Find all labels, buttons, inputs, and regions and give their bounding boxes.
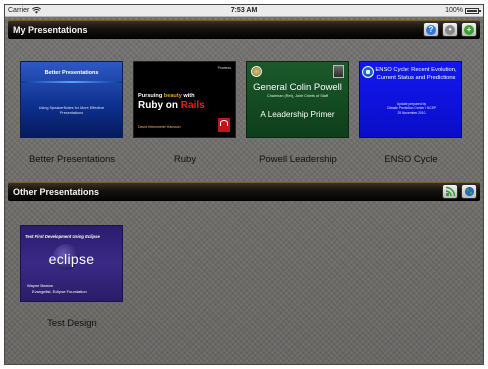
presentation-caption-test-design[interactable]: Test Design — [7, 318, 137, 329]
slide-title: ENSO Cycle: Recent Evolution, Current St… — [375, 67, 457, 81]
presentation-caption-enso[interactable]: ENSO Cycle — [346, 154, 476, 165]
settings-button[interactable]: • — [442, 22, 458, 37]
slide-subtitle: Chairman (Ret), Joint Chiefs of Staff — [267, 94, 328, 98]
info-icon: ? — [426, 24, 436, 35]
slide-title: General Colin Powell — [253, 82, 342, 93]
brand-label: Prowess — [217, 66, 231, 70]
app-screen: Carrier 7:53 AM 100% My Presentations ? … — [4, 4, 484, 365]
slide-title: Better Presentations — [44, 70, 99, 76]
slide-heading: A Leadership Primer — [260, 110, 335, 119]
slide-line-1: Pursuing beauty with — [138, 93, 195, 99]
seal-icon — [251, 66, 262, 77]
globe-icon — [464, 186, 474, 197]
noaa-logo-icon — [362, 66, 374, 78]
slide-presenter: Wayne Beaton — [27, 283, 54, 288]
presentation-thumbnail-test-design[interactable]: Test First Development Using Eclipse ecl… — [20, 225, 123, 302]
wifi-share-icon — [445, 186, 455, 197]
web-button[interactable] — [461, 184, 477, 199]
other-presentations-header: Other Presentations — [8, 182, 480, 201]
section-title: Other Presentations — [13, 187, 100, 197]
slide-divider — [21, 81, 122, 83]
slide-title: Test First Development Using Eclipse — [25, 234, 100, 239]
slide-presenter-role: Evangelist, Eclipse Foundation — [32, 289, 87, 294]
battery-icon — [465, 7, 481, 14]
section-title: My Presentations — [13, 25, 88, 35]
presentation-caption-better[interactable]: Better Presentations — [7, 154, 137, 165]
slide-author: David Heinemeier Hansson — [138, 125, 181, 129]
wifi-share-button[interactable] — [442, 184, 458, 199]
my-presentations-header: My Presentations ? • + — [8, 20, 480, 39]
presentation-thumbnail-powell[interactable]: General Colin Powell Chairman (Ret), Joi… — [246, 61, 349, 138]
presentation-caption-ruby[interactable]: Ruby — [120, 154, 250, 165]
status-bar: Carrier 7:53 AM 100% — [5, 5, 483, 17]
settings-icon: • — [445, 24, 455, 35]
add-presentation-button[interactable]: + — [461, 22, 477, 37]
rails-logo-icon — [218, 118, 230, 132]
presentation-thumbnail-better[interactable]: Better Presentations Using SpeakerNotes … — [20, 61, 123, 138]
slide-title: Ruby on Rails — [138, 100, 205, 111]
portrait-image — [333, 65, 344, 78]
slide-meta: Update prepared by Climate Prediction Ce… — [386, 102, 437, 115]
clock: 7:53 AM — [230, 7, 258, 14]
presentation-thumbnail-enso[interactable]: ENSO Cycle: Recent Evolution, Current St… — [359, 61, 462, 138]
presentation-thumbnail-ruby[interactable]: Prowess Pursuing beauty with Ruby on Rai… — [133, 61, 236, 138]
slide-subtitle: Using SpeakerNotes for More Effective Pr… — [38, 106, 105, 115]
info-button[interactable]: ? — [423, 22, 439, 37]
add-icon: + — [464, 24, 474, 35]
presentation-caption-powell[interactable]: Powell Leadership — [233, 154, 363, 165]
eclipse-wordmark: eclipse — [48, 251, 95, 267]
battery-percent: 100% — [445, 7, 463, 14]
